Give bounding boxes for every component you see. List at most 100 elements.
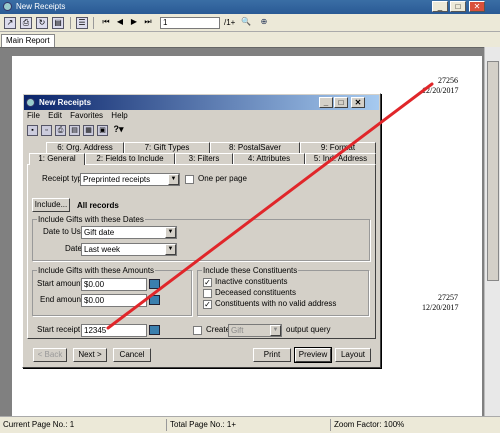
next-page-icon[interactable]: ▶ <box>128 17 140 29</box>
no-address-checkbox[interactable]: ✓ <box>203 300 212 309</box>
tab-format[interactable]: 9: Format <box>300 142 376 153</box>
gifts-dates-group-label: Include Gifts with these Dates <box>37 215 145 224</box>
start-amount-label: Start amount: <box>37 279 86 288</box>
maximize-button[interactable]: □ <box>450 1 466 12</box>
export-icon[interactable]: ↗ <box>4 17 16 29</box>
tab-org-address[interactable]: 6: Org. Address <box>46 142 124 153</box>
menu-help[interactable]: Help <box>111 111 127 120</box>
one-per-page-label: One per page <box>198 174 247 183</box>
scrollbar-thumb[interactable] <box>487 61 499 281</box>
new-receipts-dialog: New Receipts _ □ ✕ File Edit Favorites H… <box>22 93 381 368</box>
status-bar: Current Page No.: 1 Total Page No.: 1+ Z… <box>0 416 500 433</box>
page-number-input[interactable]: 1 <box>160 17 220 29</box>
preview-icon[interactable]: ▤ <box>69 125 80 136</box>
include-button[interactable]: Include... <box>32 198 70 212</box>
print-button[interactable]: Print <box>253 348 291 362</box>
general-tab-panel: Receipt type: Preprinted receipts ▼ One … <box>27 164 376 339</box>
first-page-icon[interactable]: ⏮ <box>100 17 112 29</box>
calculator-icon[interactable] <box>149 279 160 289</box>
tab-main-report[interactable]: Main Report <box>1 34 55 47</box>
vertical-scrollbar[interactable] <box>484 47 500 416</box>
window-title: New Receipts <box>16 2 66 11</box>
inactive-checkbox[interactable]: ✓ <box>203 278 212 287</box>
receipt-date: 12/20/2017 <box>422 303 459 312</box>
chevron-down-icon: ▼ <box>165 227 176 238</box>
menu-favorites[interactable]: Favorites <box>70 111 103 120</box>
receipt-number: 27256 <box>438 76 458 85</box>
layout-button[interactable]: Layout <box>335 348 371 362</box>
save-as-icon[interactable]: ▫ <box>41 125 52 136</box>
end-amount-input[interactable]: $0.00 <box>81 294 147 307</box>
query-type-value: Gift <box>231 326 244 335</box>
one-per-page-checkbox[interactable] <box>185 175 194 184</box>
close-button[interactable]: ✕ <box>469 1 485 12</box>
tab-filters[interactable]: 3: Filters <box>175 153 233 164</box>
all-records-label: All records <box>77 201 119 210</box>
cancel-button[interactable]: Cancel <box>113 348 151 362</box>
preview-button[interactable]: Preview <box>294 347 332 363</box>
zoom-icon[interactable]: ⊕ <box>258 17 270 29</box>
current-page-status: Current Page No.: 1 <box>3 420 75 429</box>
tab-general[interactable]: 1: General <box>29 153 85 165</box>
query-type-select[interactable]: Gift ▼ <box>228 324 282 337</box>
help-icon[interactable]: ?▾ <box>113 125 124 136</box>
dialog-minimize-button[interactable]: _ <box>319 97 333 108</box>
minimize-button[interactable]: _ <box>432 1 448 12</box>
calculator-icon[interactable] <box>149 325 160 335</box>
prev-page-icon[interactable]: ◀ <box>114 17 126 29</box>
receipt-type-select[interactable]: Preprinted receipts ▼ <box>80 173 180 186</box>
dialog-title-bar: New Receipts _ □ ✕ <box>24 95 379 110</box>
receipt-type-value: Preprinted receipts <box>83 175 151 184</box>
receipt-number: 27257 <box>438 293 458 302</box>
toggle-tree-icon[interactable]: ▤ <box>52 17 64 29</box>
chevron-down-icon: ▼ <box>168 174 179 185</box>
start-amount-input[interactable]: $0.00 <box>81 278 147 291</box>
date-to-use-value: Gift date <box>84 228 115 237</box>
tab-gift-types[interactable]: 7: Gift Types <box>124 142 210 153</box>
deceased-label: Deceased constituents <box>215 288 296 297</box>
tab-attributes[interactable]: 4: Attributes <box>233 153 305 164</box>
group-tree-icon[interactable]: ☰ <box>76 17 88 29</box>
date-value: Last week <box>84 245 121 254</box>
back-button[interactable]: < Back <box>33 348 67 362</box>
date-select[interactable]: Last week ▼ <box>81 243 177 256</box>
receipt-date: 12/20/2017 <box>422 86 459 95</box>
menu-file[interactable]: File <box>27 111 40 120</box>
next-button[interactable]: Next > <box>73 348 107 362</box>
gifts-dates-group: Include Gifts with these Dates Date to U… <box>32 215 370 261</box>
total-page-status: Total Page No.: 1+ <box>170 420 237 429</box>
save-icon[interactable]: ▪ <box>27 125 38 136</box>
report-tab-bar: Main Report <box>0 32 500 47</box>
last-page-icon[interactable]: ⏭ <box>142 17 154 29</box>
date-to-use-select[interactable]: Gift date ▼ <box>81 226 177 239</box>
amounts-group-label: Include Gifts with these Amounts <box>37 266 156 275</box>
window-title-bar: New Receipts _ □ ✕ <box>0 0 500 14</box>
app-icon <box>26 98 35 107</box>
dialog-close-button[interactable]: ✕ <box>351 97 365 108</box>
find-icon[interactable]: 🔍 <box>240 17 252 29</box>
end-amount-label: End amount: <box>40 295 86 304</box>
constituents-group-label: Include these Constituents <box>202 266 299 275</box>
start-receipt-input[interactable]: 12345 <box>81 324 147 337</box>
report-toolbar: ↗ ⎙ ↻ ▤ ☰ ⏮ ◀ ▶ ⏭ 1 /1+ 🔍 ⊕ <box>0 14 500 32</box>
tab-ind-address[interactable]: 5: Ind. Address <box>305 153 376 164</box>
chevron-down-icon: ▼ <box>270 325 281 336</box>
menu-edit[interactable]: Edit <box>48 111 62 120</box>
deceased-checkbox[interactable] <box>203 289 212 298</box>
inactive-label: Inactive constituents <box>215 277 288 286</box>
tab-fields-to-include[interactable]: 2: Fields to Include <box>85 153 175 164</box>
constituents-group: Include these Constituents ✓ Inactive co… <box>197 266 369 316</box>
refresh-icon[interactable]: ↻ <box>36 17 48 29</box>
create-query-checkbox[interactable] <box>193 326 202 335</box>
print-icon[interactable]: ⎙ <box>55 125 66 136</box>
zoom-status: Zoom Factor: 100% <box>334 420 405 429</box>
no-address-label: Constituents with no valid address <box>215 299 337 308</box>
amounts-group: Include Gifts with these Amounts Start a… <box>32 266 192 316</box>
print-icon[interactable]: ⎙ <box>20 17 32 29</box>
properties-icon[interactable]: ▣ <box>97 125 108 136</box>
layout-icon[interactable]: ▦ <box>83 125 94 136</box>
calculator-icon[interactable] <box>149 295 160 305</box>
tab-postalsaver[interactable]: 8: PostalSaver <box>210 142 300 153</box>
chevron-down-icon: ▼ <box>165 244 176 255</box>
dialog-maximize-button[interactable]: □ <box>334 97 348 108</box>
